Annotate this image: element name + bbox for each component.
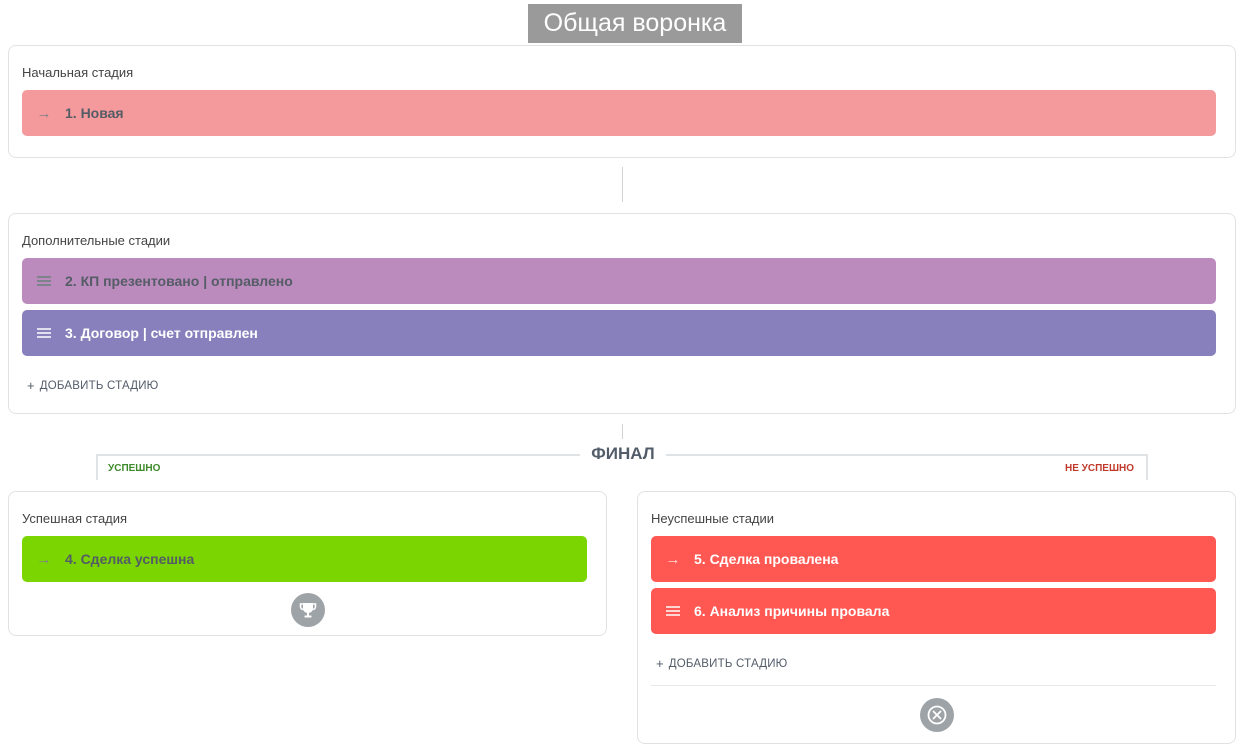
drag-handle-icon[interactable] — [36, 274, 52, 288]
success-stage-label: Успешная стадия — [22, 511, 128, 526]
fail-tag: НЕ УСПЕШНО — [1065, 463, 1135, 474]
add-stage-button[interactable]: + ДОБАВИТЬ СТАДИЮ — [27, 378, 159, 393]
fail-stages-panel: Неуспешные стадии → 5. Сделка провалена … — [637, 491, 1236, 744]
additional-stages-label: Дополнительные стадии — [22, 233, 171, 248]
arrow-right-icon: → — [36, 104, 52, 122]
funnel-title: Общая воронка — [528, 4, 742, 43]
additional-stages-panel: Дополнительные стадии 2. КП презентовано… — [8, 213, 1236, 414]
stage-name: 5. Сделка провалена — [694, 551, 839, 567]
stage-contract-sent[interactable]: 3. Договор | счет отправлен — [22, 310, 1216, 356]
stage-name: 3. Договор | счет отправлен — [65, 325, 258, 341]
drag-handle-icon[interactable] — [36, 326, 52, 340]
initial-stage-panel: Начальная стадия → 1. Новая — [8, 45, 1236, 158]
add-stage-label: ДОБАВИТЬ СТАДИЮ — [39, 379, 159, 392]
success-tag: УСПЕШНО — [108, 463, 161, 474]
initial-stage-label: Начальная стадия — [22, 65, 134, 80]
final-bracket-left — [96, 454, 586, 480]
stage-name: 6. Анализ причины провала — [694, 603, 890, 619]
arrow-right-icon: → — [665, 550, 681, 568]
plus-icon: + — [27, 378, 35, 393]
stage-name: 4. Сделка успешна — [65, 551, 195, 567]
stage-name: 2. КП презентовано | отправлено — [65, 273, 293, 289]
stage-name: 1. Новая — [65, 105, 124, 121]
connector-line — [622, 424, 623, 439]
fail-stages-label: Неуспешные стадии — [651, 511, 775, 526]
stage-failure-analysis[interactable]: 6. Анализ причины провала — [651, 588, 1216, 634]
close-circle-icon — [920, 698, 954, 732]
plus-icon: + — [656, 656, 664, 671]
success-stage-panel: Успешная стадия → 4. Сделка успешна — [8, 491, 607, 636]
add-stage-button[interactable]: + ДОБАВИТЬ СТАДИЮ — [656, 656, 788, 671]
stage-deal-failed[interactable]: → 5. Сделка провалена — [651, 536, 1216, 582]
stage-new[interactable]: → 1. Новая — [22, 90, 1216, 136]
stage-deal-success[interactable]: → 4. Сделка успешна — [22, 536, 587, 582]
divider — [651, 685, 1216, 686]
trophy-icon — [291, 593, 325, 627]
stage-kp-presented[interactable]: 2. КП презентовано | отправлено — [22, 258, 1216, 304]
add-stage-label: ДОБАВИТЬ СТАДИЮ — [668, 657, 788, 670]
final-label: ФИНАЛ — [580, 444, 666, 464]
drag-handle-icon[interactable] — [665, 604, 681, 618]
connector-line — [622, 167, 623, 202]
arrow-right-icon: → — [36, 550, 52, 568]
